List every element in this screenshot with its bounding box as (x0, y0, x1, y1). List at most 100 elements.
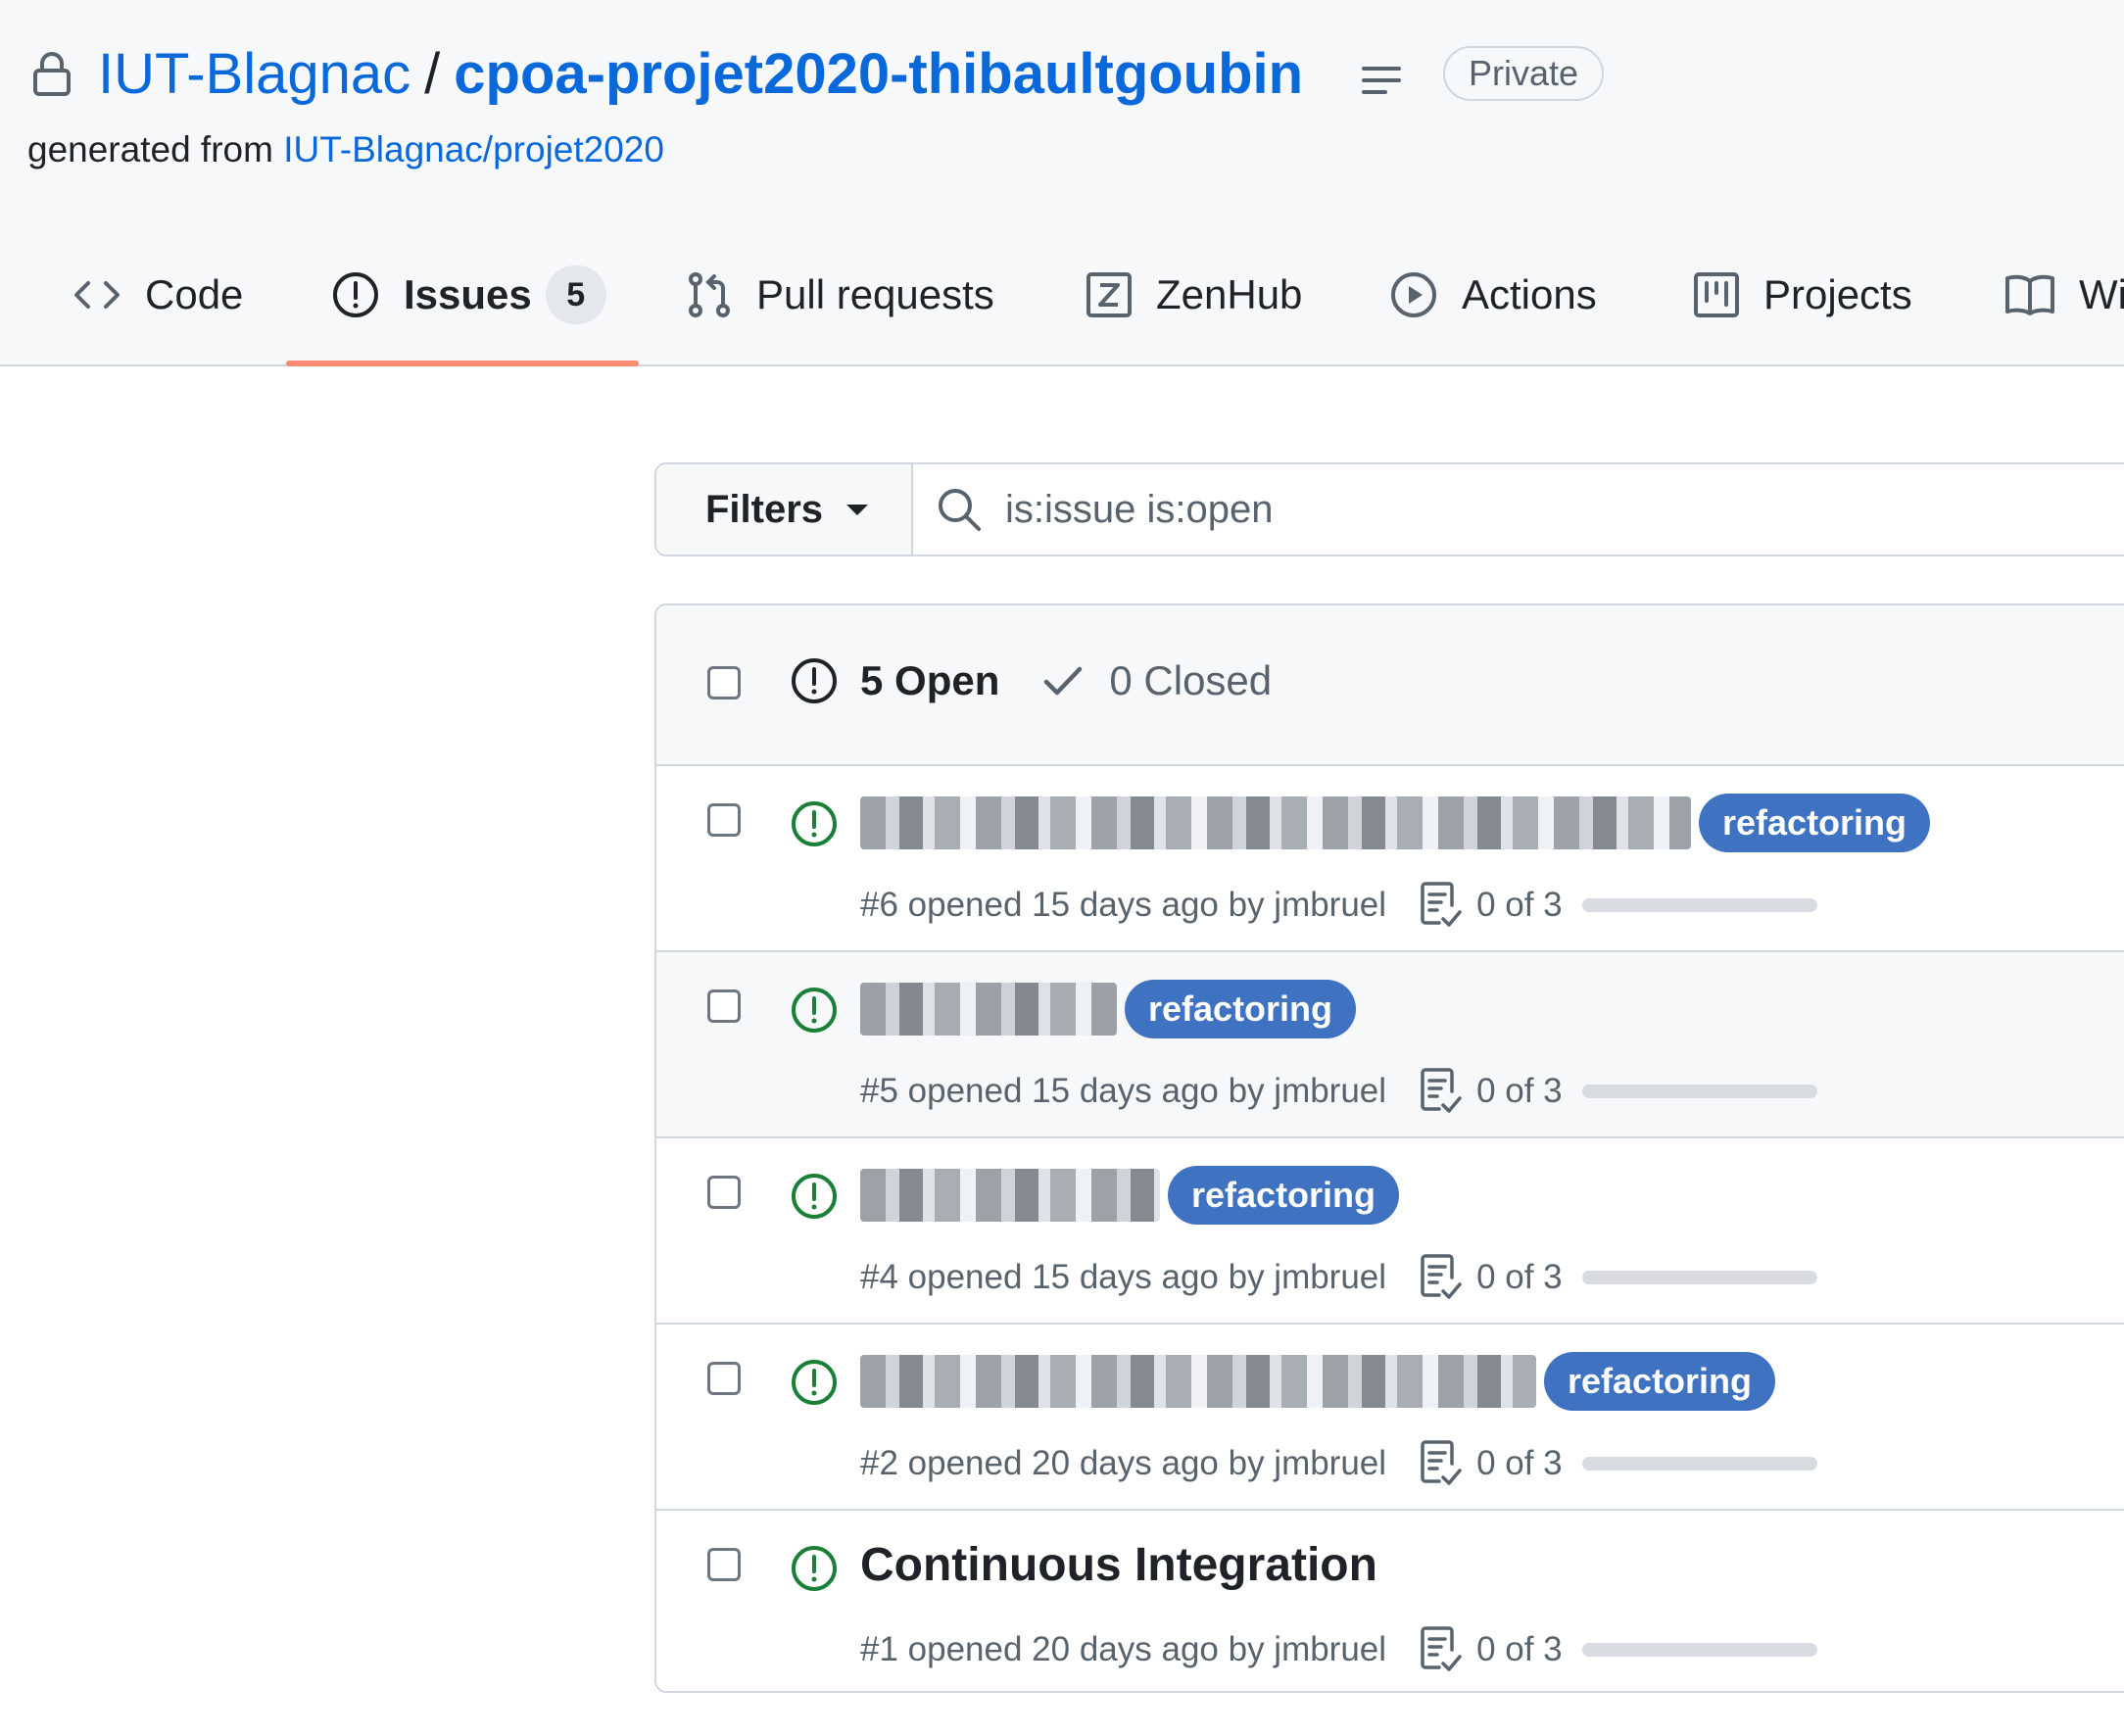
issue-state-toggles: 5 Open 0 Closed (790, 656, 1272, 705)
caret-down-icon (845, 502, 870, 517)
repo-description-toggle[interactable] (1342, 47, 1421, 114)
tab-issues[interactable]: Issues 5 (331, 261, 606, 329)
repo-name-link[interactable]: cpoa-projet2020-thibaultgoubin (454, 37, 1303, 112)
zenhub-icon (1086, 271, 1133, 318)
issue-row[interactable]: refactoring #5 opened 15 days ago by jmb… (656, 952, 2124, 1138)
open-issue-icon (790, 1544, 839, 1593)
checklist-icon (1420, 1440, 1476, 1487)
task-progress-bar (1581, 1271, 1817, 1284)
issue-meta: #5 opened 15 days ago by jmbruel 0 of 3 (860, 1068, 1817, 1115)
repo-separator: / (424, 42, 441, 106)
tab-zenhub[interactable]: ZenHub (1086, 261, 1302, 329)
issue-title-line: refactoring (860, 1352, 1776, 1411)
issue-opened-icon (331, 270, 380, 319)
issues-list: 5 Open 0 Closed refactoring #6 opened 15… (654, 603, 2124, 1693)
tab-wiki[interactable]: Wi (2004, 261, 2124, 329)
issue-checkbox[interactable] (707, 1362, 741, 1395)
issue-meta: #6 opened 15 days ago by jmbruel 0 of 3 (860, 882, 1817, 929)
task-progress[interactable]: 0 of 3 (1420, 1068, 1817, 1115)
redacted-issue-title[interactable] (860, 1169, 1160, 1222)
tab-code-label: Code (145, 271, 244, 317)
issue-checkbox[interactable] (707, 803, 741, 837)
issue-title-line: refactoring (860, 794, 1931, 852)
repo-header: IUT-Blagnac / cpoa-projet2020-thibaultgo… (0, 0, 2124, 366)
issue-title-line: refactoring (860, 980, 1357, 1038)
search-icon (937, 487, 982, 532)
task-count: 0 of 3 (1476, 1072, 1563, 1110)
checklist-icon (1420, 1626, 1476, 1673)
play-icon (1389, 270, 1438, 319)
issue-row[interactable]: refactoring #6 opened 15 days ago by jmb… (656, 766, 2124, 952)
tab-zenhub-label: ZenHub (1156, 271, 1303, 317)
open-issues-filter[interactable]: 5 Open (790, 656, 999, 705)
task-progress[interactable]: 0 of 3 (1420, 882, 1817, 929)
task-progress[interactable]: 0 of 3 (1420, 1254, 1817, 1301)
check-icon (1042, 665, 1109, 697)
task-progress-bar (1581, 1457, 1817, 1471)
issue-checkbox[interactable] (707, 1176, 741, 1209)
issue-title-line: refactoring (860, 1166, 1400, 1225)
task-count: 0 of 3 (1476, 886, 1563, 924)
issue-row[interactable]: refactoring #2 opened 20 days ago by jmb… (656, 1325, 2124, 1511)
issue-opened-info: #5 opened 15 days ago by jmbruel (860, 1072, 1387, 1110)
tab-issues-label: Issues (404, 271, 532, 317)
generated-from-label: generated from (27, 129, 273, 169)
issue-label[interactable]: refactoring (1168, 1166, 1400, 1225)
open-issue-icon (790, 799, 839, 848)
selected-tab-indicator (286, 361, 639, 366)
tab-actions[interactable]: Actions (1389, 261, 1597, 329)
issue-label[interactable]: refactoring (1125, 980, 1357, 1038)
select-all-checkbox[interactable] (707, 666, 741, 699)
checklist-icon (1420, 882, 1476, 929)
book-icon (2004, 273, 2055, 316)
issue-meta: #1 opened 20 days ago by jmbruel 0 of 3 (860, 1626, 1817, 1673)
checklist-icon (1420, 1254, 1476, 1301)
issue-title-link[interactable]: Continuous Integration (860, 1538, 1377, 1592)
lock-icon (31, 51, 72, 98)
tab-code[interactable]: Code (72, 261, 243, 329)
redacted-issue-title[interactable] (860, 983, 1117, 1036)
tab-projects-label: Projects (1763, 271, 1912, 317)
closed-count-label: 0 Closed (1109, 657, 1273, 703)
project-icon (1693, 271, 1740, 318)
issue-meta: #4 opened 15 days ago by jmbruel 0 of 3 (860, 1254, 1817, 1301)
redacted-issue-title[interactable] (860, 796, 1691, 849)
checklist-icon (1420, 1068, 1476, 1115)
issue-title-line: Continuous Integration (860, 1538, 1377, 1592)
code-icon (72, 275, 121, 314)
search-input[interactable] (1003, 486, 1889, 533)
generated-from: generated from IUT-Blagnac/projet2020 (27, 129, 664, 170)
tab-pull-requests-label: Pull requests (756, 271, 994, 317)
task-progress[interactable]: 0 of 3 (1420, 1440, 1817, 1487)
tab-projects[interactable]: Projects (1693, 261, 1912, 329)
issue-opened-icon (790, 656, 860, 705)
list-icon (1362, 66, 1401, 95)
redacted-issue-title[interactable] (860, 1355, 1536, 1408)
issue-row[interactable]: Continuous Integration #1 opened 20 days… (656, 1511, 2124, 1691)
open-count-label: 5 Open (860, 657, 1000, 703)
tab-actions-label: Actions (1462, 271, 1597, 317)
issue-checkbox[interactable] (707, 1548, 741, 1581)
task-progress-bar (1581, 1643, 1817, 1657)
issue-checkbox[interactable] (707, 989, 741, 1023)
task-count: 0 of 3 (1476, 1630, 1563, 1668)
task-progress[interactable]: 0 of 3 (1420, 1626, 1817, 1673)
repo-owner-link[interactable]: IUT-Blagnac (98, 37, 410, 112)
tab-pull-requests[interactable]: Pull requests (686, 261, 994, 329)
closed-issues-filter[interactable]: 0 Closed (1042, 657, 1272, 704)
template-repo-link[interactable]: IUT-Blagnac/projet2020 (283, 129, 664, 169)
task-count: 0 of 3 (1476, 1258, 1563, 1296)
issue-label[interactable]: refactoring (1699, 794, 1931, 852)
issue-row[interactable]: refactoring #4 opened 15 days ago by jmb… (656, 1138, 2124, 1325)
issues-list-header: 5 Open 0 Closed (656, 605, 2124, 766)
filter-bar: Filters (654, 462, 2124, 556)
task-progress-bar (1581, 898, 1817, 912)
filters-button[interactable]: Filters (656, 464, 913, 555)
issue-label[interactable]: refactoring (1544, 1352, 1776, 1411)
task-progress-bar (1581, 1085, 1817, 1098)
open-issue-icon (790, 1358, 839, 1407)
issue-opened-info: #1 opened 20 days ago by jmbruel (860, 1630, 1387, 1668)
visibility-badge: Private (1443, 46, 1605, 101)
issues-counter: 5 (545, 265, 606, 324)
task-count: 0 of 3 (1476, 1444, 1563, 1482)
